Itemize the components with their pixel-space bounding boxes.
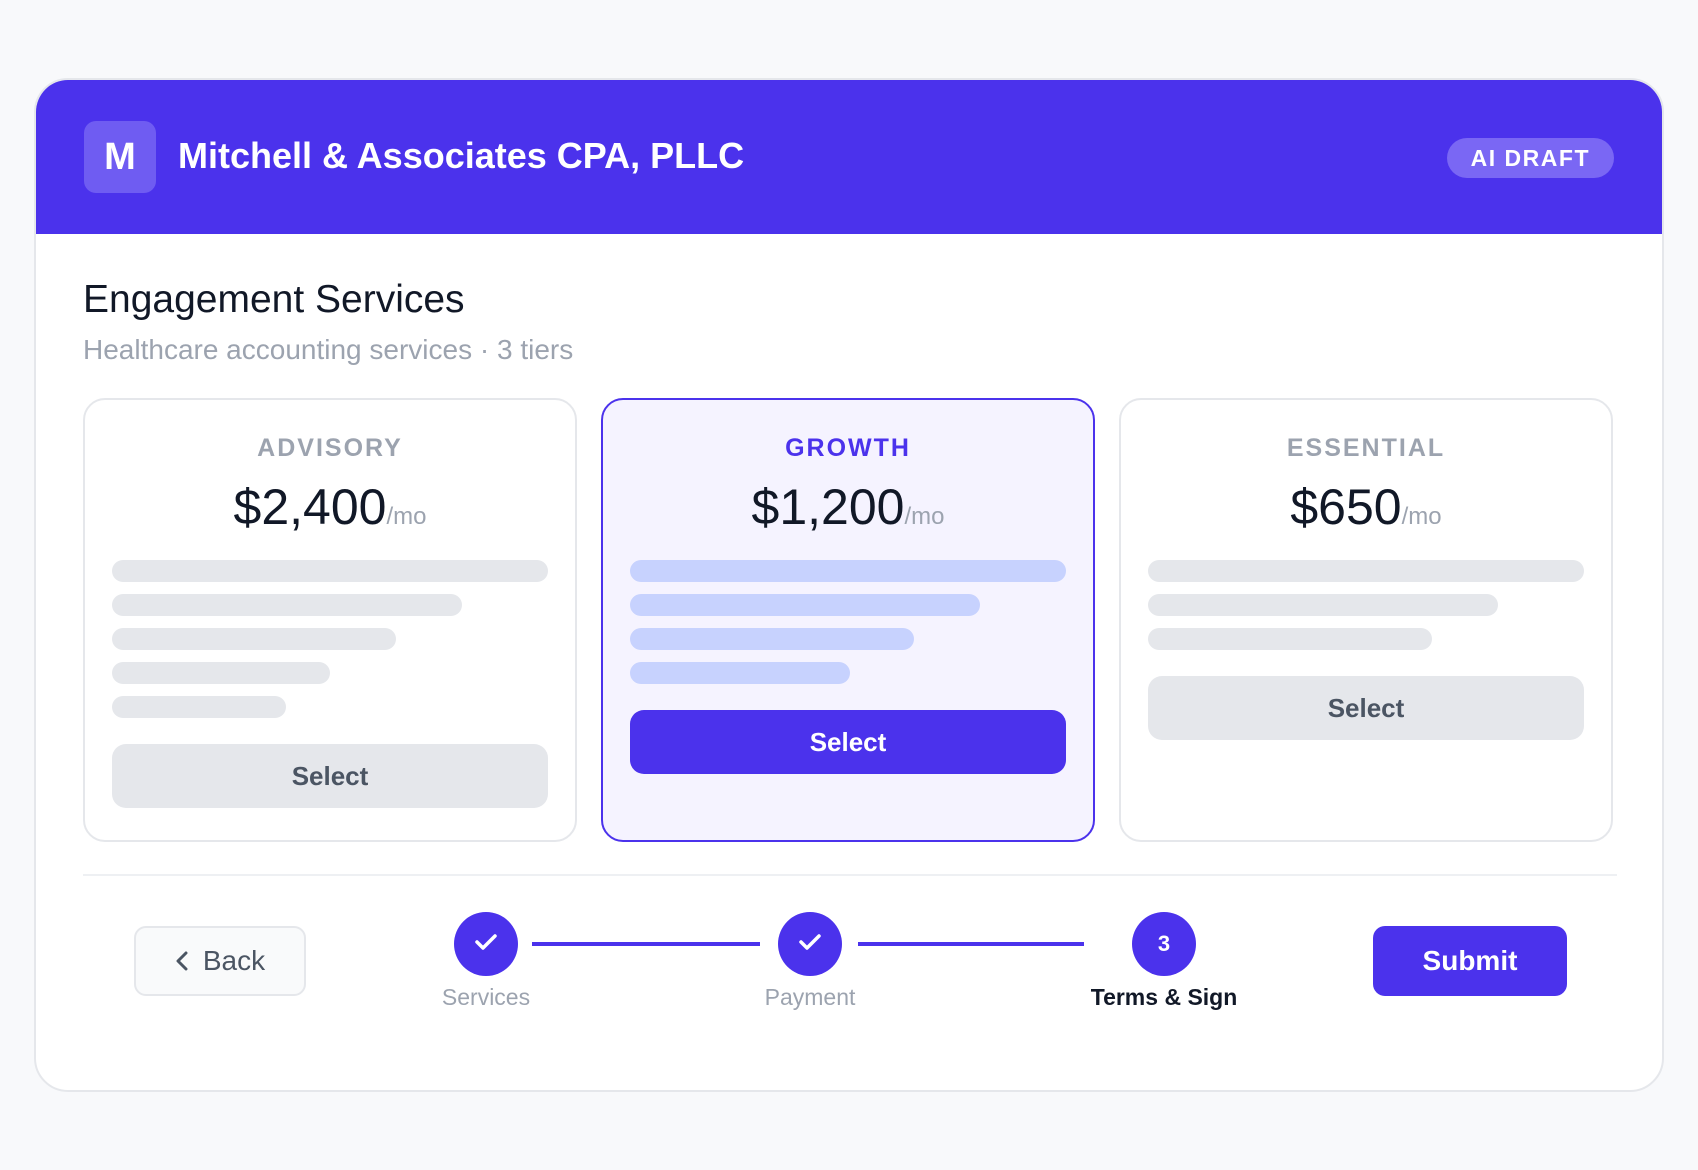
feature-placeholder-bar bbox=[630, 560, 1066, 582]
tier-price: $1,200/mo bbox=[603, 478, 1093, 536]
firm-logo: M bbox=[84, 121, 156, 193]
section-subtitle: Healthcare accounting services · 3 tiers bbox=[83, 334, 574, 365]
tier-price: $2,400/mo bbox=[85, 478, 575, 536]
step-label-services: Services bbox=[441, 984, 531, 1010]
check-icon bbox=[474, 931, 498, 957]
submit-button[interactable]: Submit bbox=[1373, 926, 1567, 996]
feature-placeholder-bar bbox=[112, 662, 330, 684]
ai-draft-badge: AI DRAFT bbox=[1446, 138, 1614, 178]
feature-placeholder-bar bbox=[112, 560, 548, 582]
price-unit: /mo bbox=[1401, 503, 1442, 530]
step-label-payment: Payment bbox=[764, 984, 856, 1010]
step-label-terms: Terms & Sign bbox=[1090, 984, 1238, 1010]
tier-name: ESSENTIAL bbox=[1286, 434, 1446, 462]
feature-placeholder-bar bbox=[630, 594, 980, 616]
step-connector bbox=[532, 942, 760, 946]
tier-name: ADVISORY bbox=[257, 434, 403, 462]
tier-price: $650/mo bbox=[1121, 478, 1611, 536]
feature-placeholder-bar bbox=[630, 628, 914, 650]
back-label: Back bbox=[202, 945, 266, 976]
price-amount: $650 bbox=[1290, 479, 1402, 535]
tier-card-essential: ESSENTIAL $650/mo Select bbox=[1119, 398, 1613, 842]
firm-name: Mitchell & Associates CPA, PLLC bbox=[178, 135, 745, 176]
feature-placeholder-bar bbox=[112, 696, 286, 718]
price-amount: $1,200 bbox=[751, 479, 905, 535]
feature-placeholder-bar bbox=[1148, 560, 1584, 582]
section-title: Engagement Services bbox=[83, 278, 465, 321]
engagement-card: M Mitchell & Associates CPA, PLLC AI DRA… bbox=[34, 78, 1664, 1092]
divider bbox=[83, 874, 1617, 876]
step-payment-indicator bbox=[778, 912, 842, 976]
feature-placeholder-bar bbox=[1148, 628, 1432, 650]
back-button[interactable]: Back bbox=[134, 926, 306, 996]
header-bar: M Mitchell & Associates CPA, PLLC AI DRA… bbox=[36, 80, 1662, 234]
feature-placeholder-bar bbox=[630, 662, 850, 684]
feature-placeholder-bar bbox=[112, 628, 396, 650]
select-essential-button[interactable]: Select bbox=[1148, 676, 1584, 740]
step-terms-indicator: 3 bbox=[1132, 912, 1196, 976]
feature-placeholder-bar bbox=[1148, 594, 1498, 616]
check-icon bbox=[798, 931, 822, 957]
feature-placeholder-bar bbox=[112, 594, 462, 616]
price-unit: /mo bbox=[386, 503, 427, 530]
tier-name: GROWTH bbox=[785, 434, 911, 462]
price-unit: /mo bbox=[904, 503, 945, 530]
tier-card-growth: GROWTH $1,200/mo Select bbox=[601, 398, 1095, 842]
chevron-left-icon bbox=[175, 951, 189, 971]
price-amount: $2,400 bbox=[233, 479, 387, 535]
select-growth-button[interactable]: Select bbox=[630, 710, 1066, 774]
step-connector bbox=[858, 942, 1084, 946]
select-advisory-button[interactable]: Select bbox=[112, 744, 548, 808]
tier-card-advisory: ADVISORY $2,400/mo Select bbox=[83, 398, 577, 842]
step-services-indicator bbox=[454, 912, 518, 976]
